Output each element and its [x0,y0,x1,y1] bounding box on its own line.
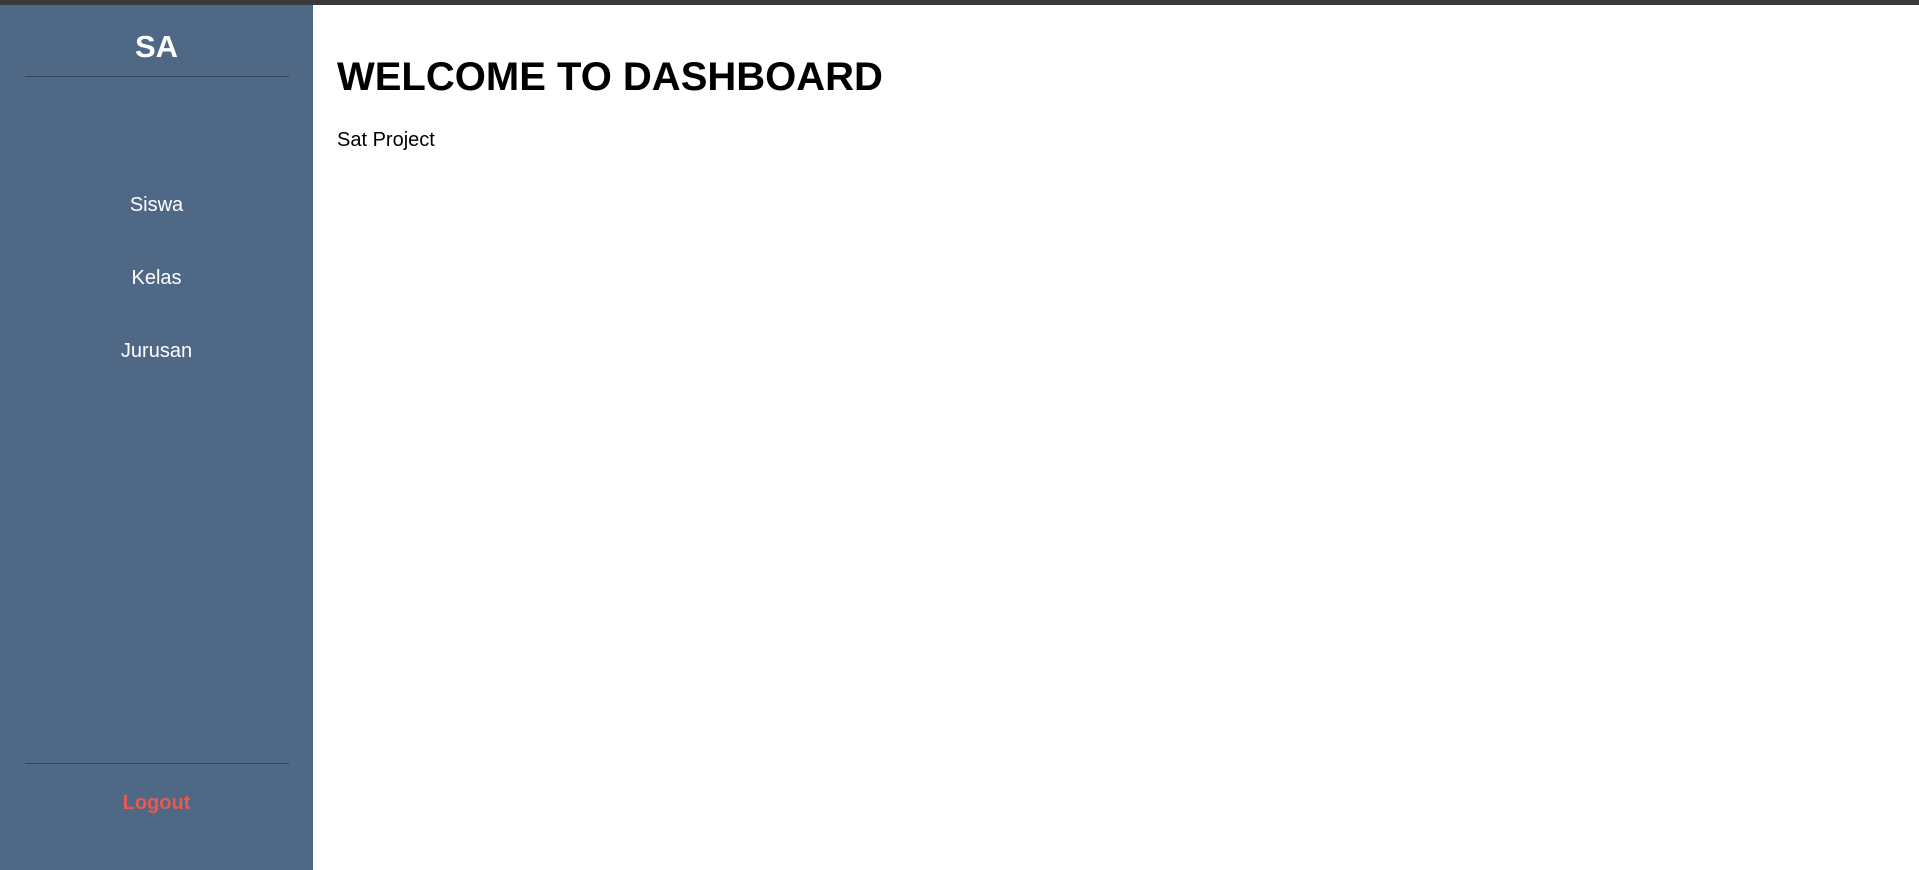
brand-divider [25,76,289,77]
sidebar-brand: SA [134,29,179,64]
sidebar-nav: Siswa Kelas Jurusan [0,182,313,401]
page-subtitle: Sat Project [337,129,435,151]
logout-divider [25,763,289,764]
logout-link[interactable]: Logout [0,781,313,825]
main-content: WELCOME TO DASHBOARD Sat Project [313,5,1919,870]
sidebar-item-kelas[interactable]: Kelas [0,255,313,328]
sidebar-item-siswa[interactable]: Siswa [0,182,313,255]
sidebar-item-jurusan[interactable]: Jurusan [0,328,313,401]
page-title: WELCOME TO DASHBOARD [337,55,883,99]
sidebar: SA Siswa Kelas Jurusan Logout [0,5,313,870]
